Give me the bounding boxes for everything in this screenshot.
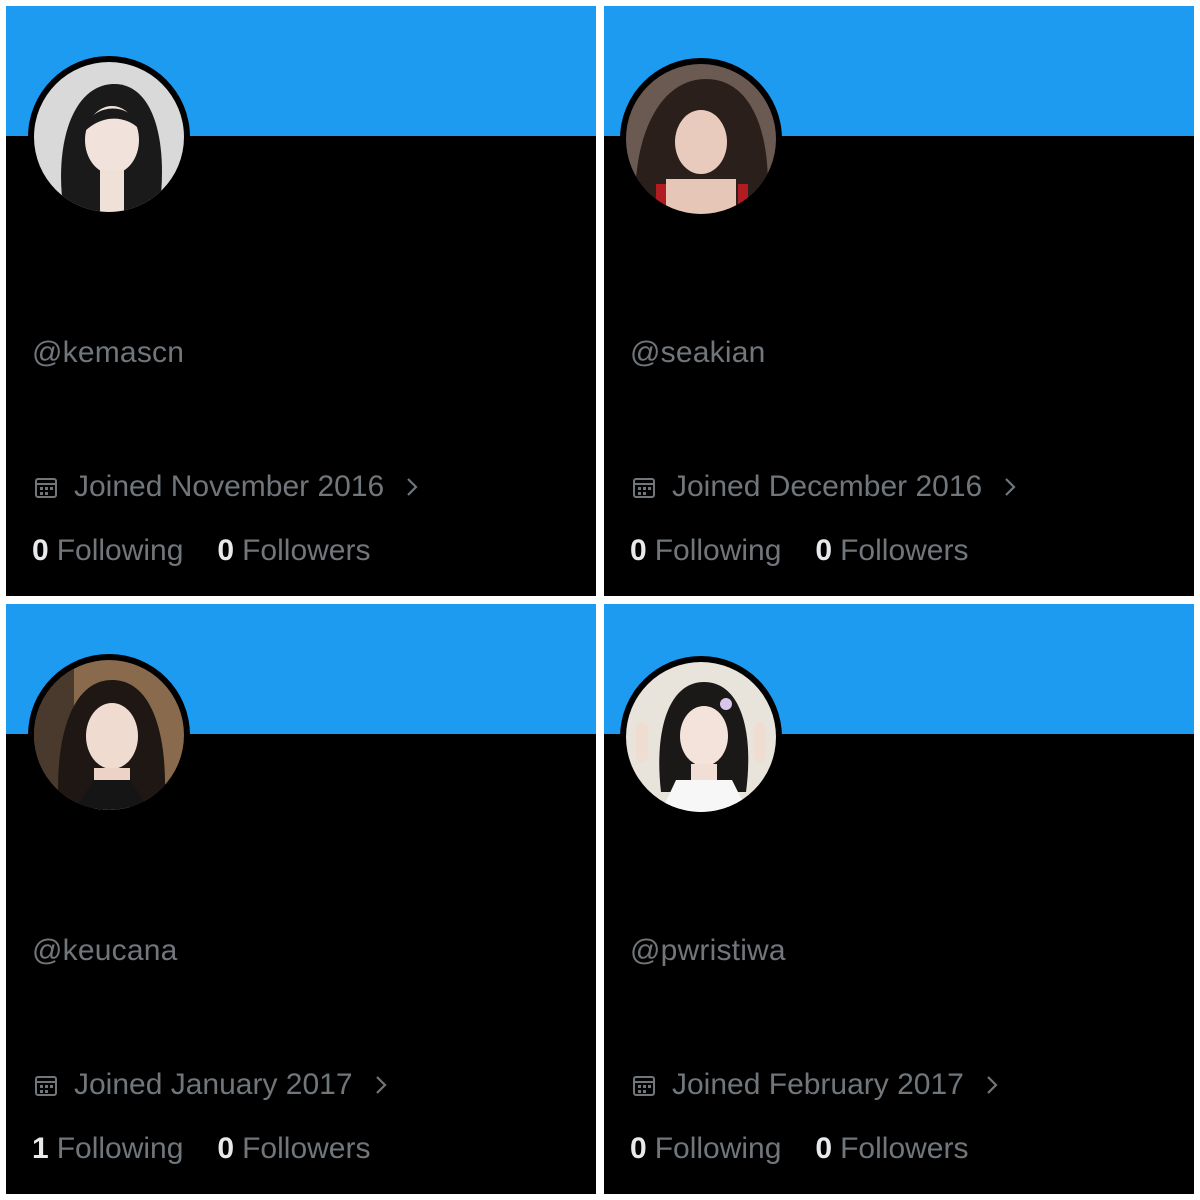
following-label: Following bbox=[654, 534, 782, 567]
follow-stats: 0 Following 0 Followers bbox=[32, 534, 404, 568]
following-count: 0 bbox=[630, 534, 647, 567]
avatar-photo bbox=[34, 660, 184, 810]
profile-card: @kemascn Joined November 2016 0 Followin… bbox=[6, 6, 596, 596]
avatar-photo bbox=[34, 62, 184, 212]
followers-label: Followers bbox=[840, 1132, 969, 1165]
chevron-right-icon bbox=[987, 1076, 998, 1094]
followers-label: Followers bbox=[242, 1132, 371, 1165]
followers-label: Followers bbox=[242, 534, 371, 567]
follow-stats: 0 Following 0 Followers bbox=[630, 1132, 1002, 1166]
joined-date[interactable]: Joined December 2016 bbox=[632, 470, 1018, 504]
profile-handle[interactable]: @pwristiwa bbox=[630, 934, 786, 968]
avatar[interactable] bbox=[620, 656, 782, 818]
profile-handle[interactable]: @kemascn bbox=[32, 336, 184, 370]
profile-handle[interactable]: @keucana bbox=[32, 934, 177, 968]
following-label: Following bbox=[654, 1132, 782, 1165]
followers-link[interactable]: 0 Followers bbox=[815, 534, 968, 568]
chevron-right-icon bbox=[375, 1076, 387, 1094]
followers-count: 0 bbox=[815, 1132, 833, 1165]
followers-label: Followers bbox=[840, 534, 969, 567]
calendar-icon bbox=[35, 478, 57, 498]
joined-label: Joined November 2016 bbox=[74, 470, 385, 503]
joined-label: Joined December 2016 bbox=[672, 470, 983, 503]
joined-label: Joined February 2017 bbox=[672, 1068, 964, 1101]
followers-link[interactable]: 0 Followers bbox=[217, 534, 370, 568]
profile-handle[interactable]: @seakian bbox=[630, 336, 765, 370]
following-count: 1 bbox=[32, 1132, 49, 1165]
chevron-right-icon bbox=[407, 478, 418, 496]
profile-card: @seakian Joined December 2016 0 Followin… bbox=[604, 6, 1194, 596]
following-link[interactable]: 0 Following bbox=[630, 534, 781, 568]
following-label: Following bbox=[56, 1132, 184, 1165]
following-link[interactable]: 0 Following bbox=[630, 1132, 781, 1166]
calendar-icon bbox=[633, 1076, 655, 1096]
calendar-icon bbox=[35, 1076, 57, 1096]
profile-card: @pwristiwa Joined February 2017 0 Follow… bbox=[604, 604, 1194, 1194]
avatar-photo bbox=[626, 64, 776, 214]
followers-count: 0 bbox=[815, 534, 833, 567]
joined-label: Joined January 2017 bbox=[74, 1068, 353, 1101]
following-label: Following bbox=[56, 534, 184, 567]
avatar[interactable] bbox=[28, 56, 190, 218]
follow-stats: 1 Following 0 Followers bbox=[32, 1132, 404, 1166]
followers-link[interactable]: 0 Followers bbox=[815, 1132, 968, 1166]
joined-date[interactable]: Joined November 2016 bbox=[34, 470, 420, 504]
calendar-icon bbox=[633, 478, 655, 498]
following-count: 0 bbox=[630, 1132, 647, 1165]
following-link[interactable]: 0 Following bbox=[32, 534, 183, 568]
followers-link[interactable]: 0 Followers bbox=[217, 1132, 370, 1166]
following-link[interactable]: 1 Following bbox=[32, 1132, 183, 1166]
avatar[interactable] bbox=[620, 58, 782, 220]
followers-count: 0 bbox=[217, 534, 235, 567]
joined-date[interactable]: Joined January 2017 bbox=[34, 1068, 389, 1102]
avatar[interactable] bbox=[28, 654, 190, 816]
following-count: 0 bbox=[32, 534, 49, 567]
chevron-right-icon bbox=[1005, 478, 1016, 496]
profile-card: @keucana Joined January 2017 1 Following… bbox=[6, 604, 596, 1194]
joined-date[interactable]: Joined February 2017 bbox=[632, 1068, 1000, 1102]
followers-count: 0 bbox=[217, 1132, 235, 1165]
avatar-photo bbox=[626, 662, 776, 812]
follow-stats: 0 Following 0 Followers bbox=[630, 534, 1002, 568]
